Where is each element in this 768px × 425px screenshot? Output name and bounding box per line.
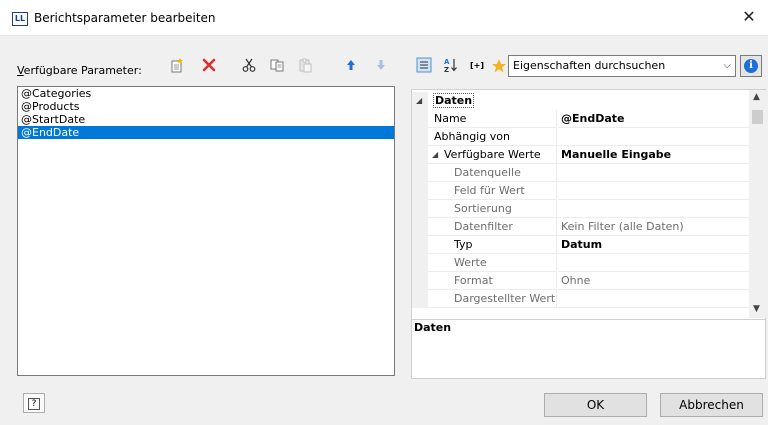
property-value[interactable]: Manuelle Eingabe (558, 146, 749, 164)
property-row[interactable]: Datenquelle (412, 164, 749, 182)
delete-icon[interactable] (200, 57, 218, 75)
property-name: Sortierung (428, 200, 557, 218)
property-value[interactable] (558, 200, 749, 218)
parameter-list[interactable]: @Categories @Products @StartDate @EndDate (17, 86, 395, 376)
property-name: Abhängig von (428, 128, 557, 146)
property-value[interactable] (558, 128, 749, 146)
property-row[interactable]: Werte (412, 254, 749, 272)
title-bar: LL Berichtsparameter bearbeiten ✕ (0, 0, 768, 36)
chevron-down-icon[interactable]: ⌵ (723, 56, 731, 76)
parameter-list-item[interactable]: @Categories (18, 87, 394, 100)
info-button[interactable]: i (740, 55, 762, 77)
scroll-down-icon[interactable]: ▼ (753, 304, 760, 314)
paste-icon[interactable] (296, 57, 314, 75)
svg-text:A: A (444, 58, 450, 66)
row-indent (412, 200, 428, 218)
row-indent (412, 182, 428, 200)
copy-icon[interactable] (268, 57, 286, 75)
svg-text:Z: Z (444, 66, 449, 73)
collapse-icon[interactable]: ◢ (416, 92, 422, 110)
available-parameters-label: Verfügbare Parameter: (17, 64, 142, 77)
property-row[interactable]: Datenfilter Kein Filter (alle Daten) (412, 218, 749, 236)
property-value[interactable]: @EndDate (558, 110, 749, 128)
help-icon: ? (28, 398, 40, 410)
category-label: Daten (432, 93, 475, 108)
row-indent (412, 272, 428, 290)
row-indent (412, 110, 428, 128)
row-indent: ◢ (412, 92, 428, 110)
move-down-icon[interactable] (372, 57, 390, 75)
categorized-view-icon[interactable] (415, 57, 433, 75)
parameter-list-item[interactable]: @StartDate (18, 113, 394, 126)
row-indent (412, 164, 428, 182)
app-icon: LL (12, 12, 28, 26)
help-button[interactable]: ? (23, 393, 45, 413)
property-name: Dargestellter Wert (428, 290, 557, 308)
property-row[interactable]: Sortierung (412, 200, 749, 218)
row-indent (412, 254, 428, 272)
row-indent (412, 236, 428, 254)
cancel-button[interactable]: Abbrechen (660, 393, 763, 417)
property-value[interactable]: Ohne (558, 272, 749, 290)
info-icon: i (744, 59, 758, 73)
property-name: Format (428, 272, 557, 290)
row-indent (412, 146, 428, 164)
property-search-placeholder: Eigenschaften durchsuchen (513, 59, 666, 72)
move-up-icon[interactable] (342, 57, 360, 75)
property-value[interactable]: Datum (558, 236, 749, 254)
property-value[interactable] (558, 254, 749, 272)
scroll-up-icon[interactable]: ▲ (753, 92, 760, 102)
property-name: Datenquelle (428, 164, 557, 182)
property-grid-rows: ◢ Daten Name @EndDate Abhängig von ◢ Verfügb… (412, 90, 749, 318)
property-value[interactable] (558, 290, 749, 308)
scroll-thumb[interactable] (752, 110, 763, 124)
property-value[interactable]: Kein Filter (alle Daten) (558, 218, 749, 236)
property-name: Werte (428, 254, 557, 272)
cut-icon[interactable] (240, 57, 258, 75)
property-grid-scrollbar[interactable]: ▲ ▼ (749, 90, 766, 318)
property-row[interactable]: Name @EndDate (412, 110, 749, 128)
property-row[interactable]: Typ Datum (412, 236, 749, 254)
property-row[interactable]: Dargestellter Wert (412, 290, 749, 308)
sort-alphabetical-icon[interactable]: AZ (442, 57, 460, 75)
property-search-combobox[interactable]: Eigenschaften durchsuchen ⌵ (508, 55, 736, 77)
parameter-list-item[interactable]: @Products (18, 100, 394, 113)
description-title: Daten (414, 321, 452, 334)
property-name: Feld für Wert (428, 182, 557, 200)
property-row[interactable]: ◢ Verfügbare Werte Manuelle Eingabe (412, 146, 749, 164)
property-name: Typ (428, 236, 557, 254)
ok-button[interactable]: OK (544, 393, 647, 417)
expand-collapse-icon[interactable]: [+] (466, 57, 488, 75)
row-indent (412, 290, 428, 308)
property-name: Verfügbare Werte (428, 146, 557, 164)
window-title: Berichtsparameter bearbeiten (34, 11, 216, 25)
property-row[interactable]: Format Ohne (412, 272, 749, 290)
favorites-star-icon[interactable] (490, 58, 508, 76)
row-indent (412, 128, 428, 146)
property-grid: ◢ Daten Name @EndDate Abhängig von ◢ Verfügb… (411, 89, 766, 379)
row-indent (412, 218, 428, 236)
property-name: Datenfilter (428, 218, 557, 236)
close-icon[interactable]: ✕ (738, 6, 760, 28)
category-row-data[interactable]: ◢ Daten (412, 92, 749, 110)
property-row[interactable]: Feld für Wert (412, 182, 749, 200)
property-value[interactable] (558, 164, 749, 182)
property-row[interactable]: Abhängig von (412, 128, 749, 146)
parameter-list-item[interactable]: @EndDate (18, 126, 394, 139)
property-name: Name (428, 110, 557, 128)
new-parameter-icon[interactable] (168, 57, 186, 75)
property-value[interactable] (558, 182, 749, 200)
description-separator (412, 319, 765, 320)
